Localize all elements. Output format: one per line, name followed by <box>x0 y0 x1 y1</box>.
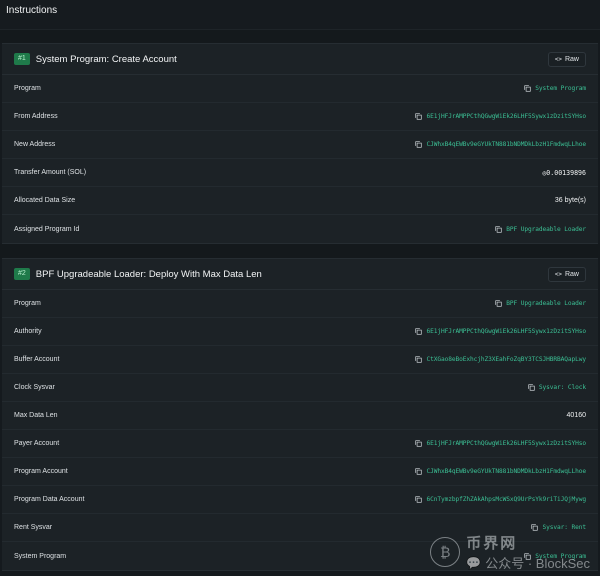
row-label: Assigned Program Id <box>14 225 80 233</box>
row-value-wrap: 36 byte(s) <box>555 197 586 204</box>
address-link[interactable]: CJWhxB4qEWBv9eGYUkTN881bNDMDkLbzH1FmdwqL… <box>426 141 586 148</box>
table-row: Payer Account 6E1jHFJrAMPPCthQGwgWiEk26LH… <box>2 430 598 458</box>
row-value-wrap: System Program <box>524 553 586 560</box>
table-row: Program Data Account 6CnTymzbpfZhZAkAhpsM… <box>2 486 598 514</box>
page-title: Instructions <box>6 5 58 16</box>
row-label: System Program <box>14 552 67 560</box>
row-value-wrap: BPF Upgradeable Loader <box>495 226 586 233</box>
row-label: Allocated Data Size <box>14 197 76 204</box>
table-row: Clock Sysvar Sysvar: Clock <box>2 374 598 402</box>
row-value-wrap: ◎0.00139896 <box>542 169 586 177</box>
row-value-wrap: 6CnTymzbpfZhZAkAhpsMcWSxQ9UrPsYk9riTiJQj… <box>415 496 586 503</box>
table-row: Max Data Len 40160 <box>2 402 598 430</box>
spacer <box>0 244 600 258</box>
instruction-title: BPF Upgradeable Loader: Deploy With Max … <box>35 268 262 280</box>
code-icon: <> <box>554 55 562 63</box>
row-label: From Address <box>14 113 58 120</box>
row-label: Transfer Amount (SOL) <box>14 169 87 176</box>
copy-icon[interactable] <box>531 524 539 531</box>
address-link[interactable]: 6E1jHFJrAMPPCthQGwgWiEk26LHF5Sywx1zDzitS… <box>426 113 586 120</box>
instruction-header: #1 System Program: Create Account <> Raw <box>2 44 598 75</box>
row-value-wrap: 40160 <box>567 412 586 419</box>
row-value-wrap: CJWhxB4qEWBv9eGYUkTN881bNDMDkLbzH1FmdwqL… <box>415 141 586 148</box>
raw-button-label: Raw <box>564 270 579 278</box>
copy-icon[interactable] <box>528 384 535 391</box>
copy-icon[interactable] <box>415 440 423 447</box>
address-link[interactable]: BPF Upgradeable Loader <box>506 226 586 233</box>
row-value-wrap: System Program <box>524 85 586 92</box>
address-link[interactable]: BPF Upgradeable Loader <box>506 300 586 307</box>
row-label: Program Data Account <box>14 496 85 503</box>
address-link[interactable]: Sysvar: Clock <box>539 384 586 391</box>
address-link[interactable]: 6E1jHFJrAMPPCthQGwgWiEk26LHF5Sywx1zDzitS… <box>426 328 586 335</box>
table-row: Transfer Amount (SOL) ◎0.00139896 <box>2 159 598 187</box>
row-label: Clock Sysvar <box>14 384 55 391</box>
row-label: New Address <box>14 141 56 148</box>
instruction-card: #1 System Program: Create Account <> Raw Pro… <box>2 43 598 244</box>
code-icon: <> <box>554 270 562 278</box>
table-row: New Address CJWhxB4qEWBv9eGYUkTN881bNDMDk… <box>2 131 598 159</box>
table-row: Authority 6E1jHFJrAMPPCthQGwgWiEk26LHF5Sy… <box>2 318 598 346</box>
copy-icon[interactable] <box>415 328 423 335</box>
row-label: Max Data Len <box>14 412 58 419</box>
row-value: 40160 <box>566 412 586 419</box>
raw-button-label: Raw <box>564 55 579 63</box>
row-value-wrap: 6E1jHFJrAMPPCthQGwgWiEk26LHF5Sywx1zDzitS… <box>415 113 586 120</box>
row-value: ◎0.00139896 <box>542 168 586 177</box>
copy-icon[interactable] <box>415 468 423 475</box>
row-value-wrap: BPF Upgradeable Loader <box>495 300 586 307</box>
row-value-wrap: 6E1jHFJrAMPPCthQGwgWiEk26LHF5Sywx1zDzitS… <box>415 440 586 447</box>
table-row: Program Account CJWhxB4qEWBv9eGYUkTN881bN… <box>2 458 598 486</box>
address-link[interactable]: Sysvar: Rent <box>542 524 586 531</box>
row-label: Program Account <box>14 468 68 475</box>
row-label: Payer Account <box>14 440 60 447</box>
copy-icon[interactable] <box>415 141 423 148</box>
address-link[interactable]: 6E1jHFJrAMPPCthQGwgWiEk26LHF5Sywx1zDzitS… <box>426 440 586 447</box>
copy-icon[interactable] <box>415 356 423 363</box>
instruction-index-badge: #2 <box>14 268 30 280</box>
table-row: Program BPF Upgradeable Loader <box>2 290 598 318</box>
instruction-header: #2 BPF Upgradeable Loader: Deploy With Ma… <box>2 259 598 290</box>
copy-icon[interactable] <box>415 113 423 120</box>
table-row: Assigned Program Id BPF Upgradeable Loade… <box>2 215 598 243</box>
address-link[interactable]: 6CnTymzbpfZhZAkAhpsMcWSxQ9UrPsYk9riTiJQj… <box>426 496 586 503</box>
copy-icon[interactable] <box>495 225 502 233</box>
address-link[interactable]: System Program <box>535 85 586 92</box>
table-row: Program System Program <box>2 75 598 103</box>
raw-button[interactable]: <> Raw <box>547 51 586 67</box>
table-row: Allocated Data Size 36 byte(s) <box>2 187 598 215</box>
instruction-card: #2 BPF Upgradeable Loader: Deploy With Ma… <box>2 258 598 571</box>
instruction-index-badge: #1 <box>14 53 30 65</box>
row-value: 36 byte(s) <box>554 197 586 204</box>
page-header: Instructions <box>0 0 600 30</box>
table-row: System Program System Program <box>2 542 598 570</box>
table-row: Buffer Account CtXGao8eBoExhcjhZ3XEahFoZq… <box>2 346 598 374</box>
copy-icon[interactable] <box>495 300 502 307</box>
instructions-list: #1 System Program: Create Account <> Raw Pro… <box>0 43 600 571</box>
spacer <box>0 30 600 43</box>
row-label: Rent Sysvar <box>14 524 53 531</box>
row-label: Authority <box>14 328 42 335</box>
row-value-wrap: CJWhxB4qEWBv9eGYUkTN881bNDMDkLbzH1FmdwqL… <box>415 468 586 475</box>
row-value-wrap: Sysvar: Rent <box>531 524 586 531</box>
row-value-wrap: CtXGao8eBoExhcjhZ3XEahFoZqBY3TCSJHBRBAQa… <box>415 356 586 363</box>
copy-icon[interactable] <box>415 496 423 503</box>
table-row: From Address 6E1jHFJrAMPPCthQGwgWiEk26LHF… <box>2 103 598 131</box>
address-link[interactable]: CJWhxB4qEWBv9eGYUkTN881bNDMDkLbzH1FmdwqL… <box>426 468 586 475</box>
address-link[interactable]: CtXGao8eBoExhcjhZ3XEahFoZqBY3TCSJHBRBAQa… <box>426 356 586 363</box>
row-label: Buffer Account <box>14 356 60 363</box>
copy-icon[interactable] <box>524 552 531 560</box>
row-label: Program <box>14 85 41 92</box>
address-link[interactable]: System Program <box>535 553 586 560</box>
row-value-wrap: 6E1jHFJrAMPPCthQGwgWiEk26LHF5Sywx1zDzitS… <box>415 328 586 335</box>
instruction-title: System Program: Create Account <box>35 53 177 65</box>
raw-button[interactable]: <> Raw <box>547 266 586 282</box>
row-label: Program <box>14 300 41 307</box>
row-value-wrap: Sysvar: Clock <box>528 384 586 391</box>
copy-icon[interactable] <box>524 85 531 92</box>
table-row: Rent Sysvar Sysvar: Rent <box>2 514 598 542</box>
